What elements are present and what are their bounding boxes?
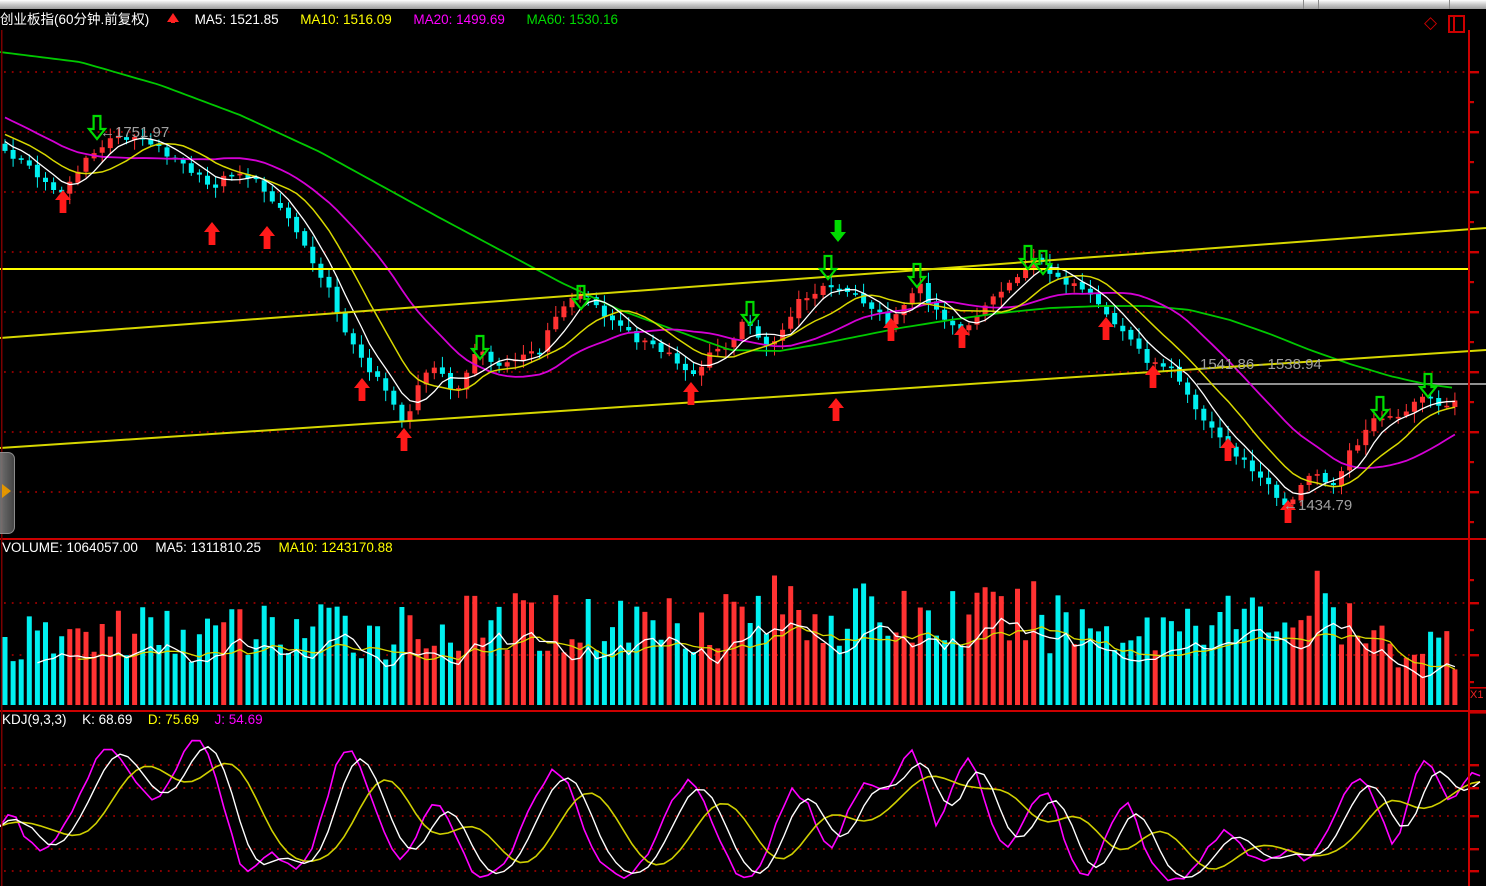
volume-ma5-label: MA5:: [155, 540, 187, 555]
ma10-label: MA10:: [300, 12, 339, 27]
ma-overlay-lines: [0, 52, 1455, 494]
kdj-pane-header: KDJ(9,3,3) K: 68.69 D: 75.69 J: 54.69: [2, 712, 263, 727]
flyout-arrow-icon: [2, 484, 11, 498]
kdj-d-label: D:: [148, 712, 162, 727]
trend-up-icon-stem: [171, 16, 175, 23]
ma5-label: MA5:: [195, 12, 227, 27]
ma60-value: 1530.16: [569, 12, 618, 27]
ma60-label: MA60:: [526, 12, 565, 27]
ma20-label: MA20:: [413, 12, 452, 27]
ma10-value: 1516.09: [343, 12, 392, 27]
sidebar-flyout-handle[interactable]: [0, 452, 15, 534]
kdj-d-value: 75.69: [165, 712, 199, 727]
kdj-indicator-lines: [0, 741, 1480, 881]
ma5-value: 1521.85: [230, 12, 279, 27]
volume-ma5-value: 1311810.25: [191, 540, 261, 555]
instrument-title: 创业板指(60分钟.前复权): [0, 12, 149, 27]
gap-price-annotation: 1541.86 - 1538.94: [1200, 356, 1322, 373]
kdj-k-label: K:: [82, 712, 95, 727]
chart-canvas[interactable]: [0, 0, 1486, 886]
diamond-icon[interactable]: ◇: [1424, 14, 1437, 31]
ma20-value: 1499.69: [456, 12, 505, 27]
main-chart-header: 创业板指(60分钟.前复权) MA5: 1521.85 MA10: 1516.0…: [0, 9, 1486, 30]
volume-ma10-value: 1243170.88: [321, 540, 392, 555]
kdj-label: KDJ(9,3,3): [2, 712, 67, 727]
candlestick-series: [3, 127, 1458, 509]
low-price-annotation: ←1434.79: [1283, 497, 1352, 514]
kdj-j-label: J:: [215, 712, 226, 727]
volume-ma10-label: MA10:: [279, 540, 318, 555]
axis-corner-label[interactable]: X1: [1470, 689, 1483, 701]
trading-app-window: 创业板指(60分钟.前复权) MA5: 1521.85 MA10: 1516.0…: [0, 0, 1486, 886]
peak-price-annotation: ←1751.97: [100, 124, 169, 141]
volume-bars: [3, 571, 1458, 705]
kdj-k-value: 68.69: [99, 712, 133, 727]
restore-window-icon[interactable]: [1448, 15, 1465, 33]
volume-label: VOLUME:: [2, 540, 63, 555]
axis-and-separators: [0, 10, 1486, 886]
volume-pane-header: VOLUME: 1064057.00 MA5: 1311810.25 MA10:…: [2, 540, 393, 555]
volume-value: 1064057.00: [67, 540, 138, 555]
kdj-j-value: 54.69: [229, 712, 263, 727]
